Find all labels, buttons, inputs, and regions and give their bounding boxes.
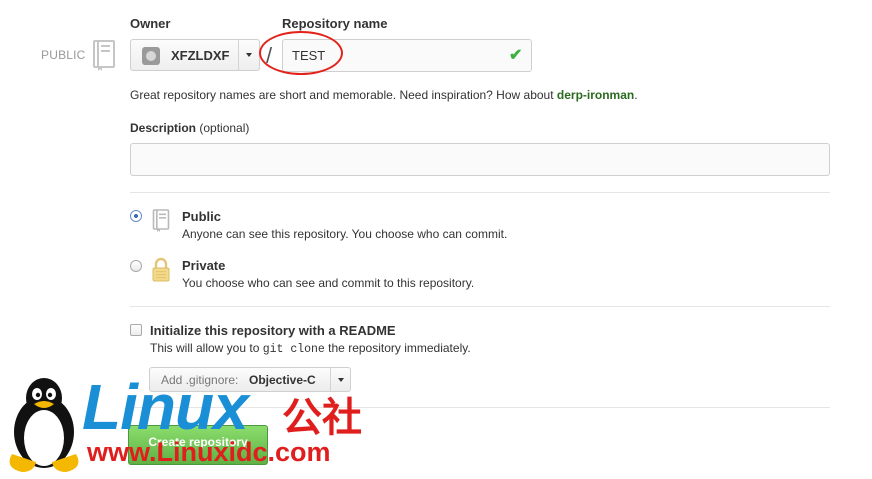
private-option-title[interactable]: Private (182, 258, 225, 273)
visibility-tag: PUBLIC (41, 48, 86, 62)
description-label: Description (optional) (130, 121, 249, 135)
init-desc-prefix: This will allow you to (150, 341, 263, 355)
owner-divider (238, 40, 239, 70)
chevron-down-icon (338, 378, 344, 382)
owner-name: XFZLDXF (171, 48, 230, 63)
init-desc-code: git clone (262, 343, 325, 356)
check-icon: ✔ (509, 47, 523, 64)
watermark-brand: Linux (82, 371, 249, 443)
private-radio[interactable] (130, 260, 142, 272)
init-readme-label[interactable]: Initialize this repository with a README (150, 323, 396, 338)
watermark-brand-cn: 公社 (282, 396, 362, 440)
init-readme-checkbox[interactable] (130, 324, 142, 336)
annotation-circle (259, 31, 343, 75)
github-avatar-icon (142, 47, 160, 65)
divider (130, 306, 830, 307)
watermark-url: www.Linuxidc.com (87, 437, 331, 467)
init-readme-desc: This will allow you to git clone the rep… (150, 341, 471, 356)
chevron-down-icon (246, 53, 252, 57)
public-option-title[interactable]: Public (182, 209, 221, 224)
repository-name-hint: Great repository names are short and mem… (130, 88, 638, 102)
repo-book-icon (92, 40, 116, 72)
init-desc-suffix: the repository immediately. (324, 341, 471, 355)
lock-icon (151, 257, 171, 288)
public-book-icon (152, 209, 170, 238)
owner-label: Owner (130, 16, 171, 31)
description-optional: (optional) (196, 121, 250, 135)
gitignore-value: Objective-C (249, 373, 316, 387)
hint-suggestion-link[interactable]: derp-ironman (557, 88, 634, 102)
public-radio[interactable] (130, 210, 142, 222)
description-label-text: Description (130, 121, 197, 135)
hint-text: Great repository names are short and mem… (130, 88, 557, 102)
public-option-desc: Anyone can see this repository. You choo… (182, 227, 508, 241)
gitignore-divider (330, 368, 331, 391)
description-input[interactable] (130, 143, 830, 176)
hint-end: . (634, 88, 638, 102)
owner-select[interactable]: XFZLDXF (130, 39, 260, 71)
private-option-desc: You choose who can see and commit to thi… (182, 276, 475, 290)
divider (130, 192, 830, 193)
tux-penguin-icon (0, 376, 88, 479)
repository-name-label: Repository name (282, 16, 388, 31)
